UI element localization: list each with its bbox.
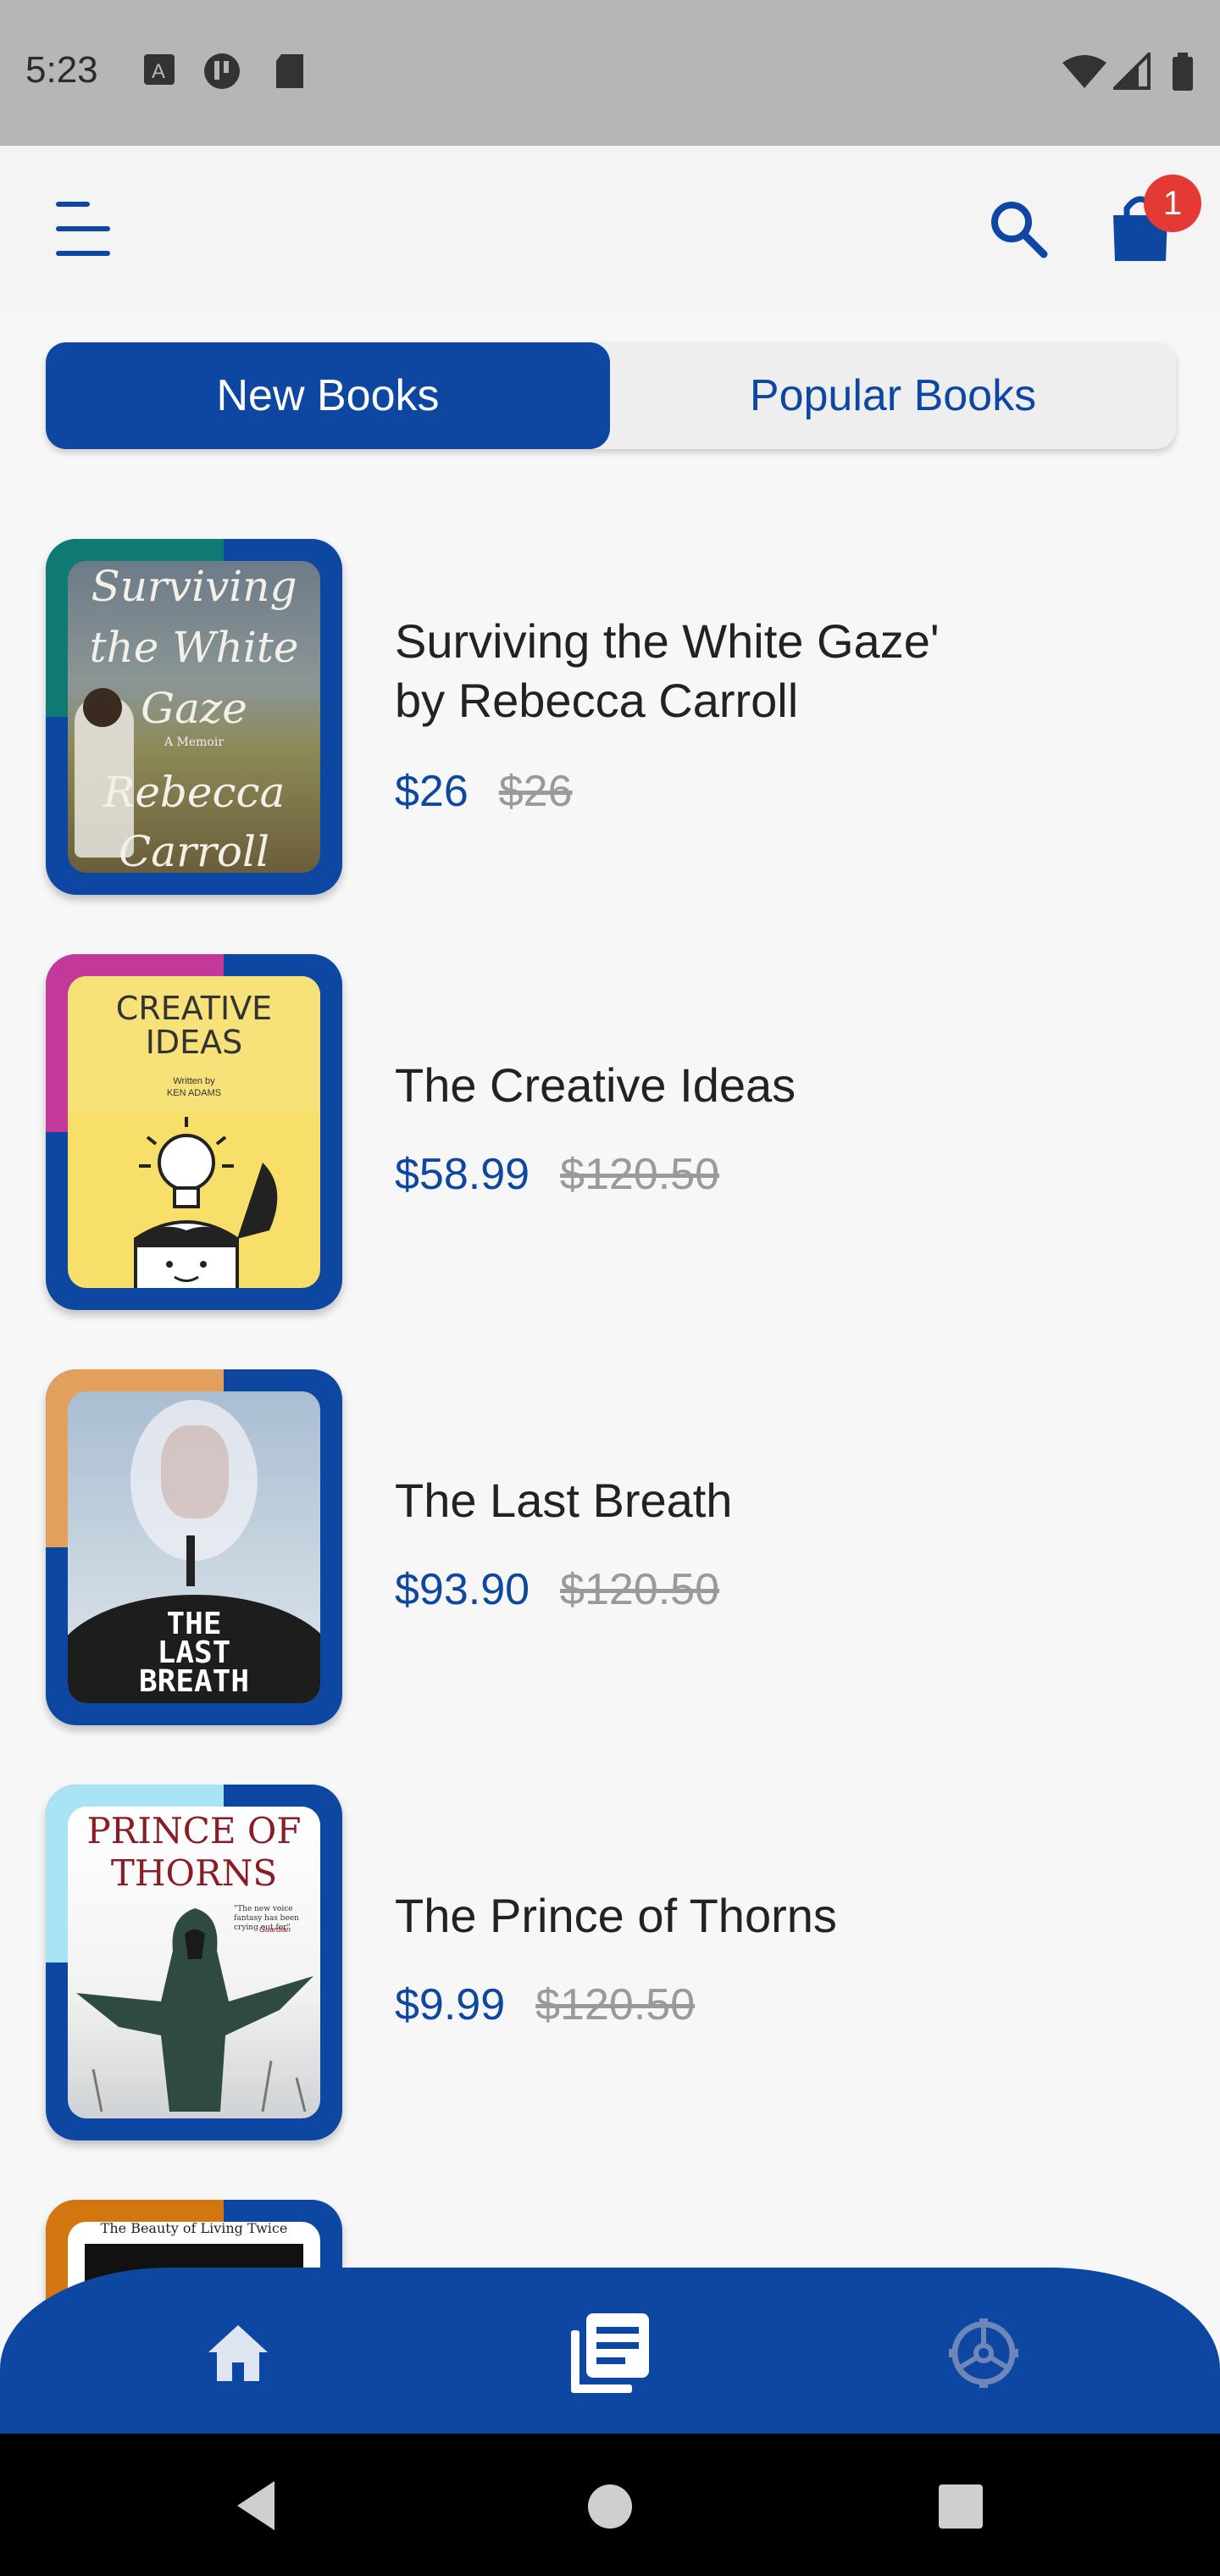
- cover-image: Surviving the White Gaze A Memoir Rebecc…: [68, 561, 320, 873]
- home-button-icon[interactable]: [585, 2481, 635, 2532]
- book-price: $26: [395, 767, 469, 816]
- system-navigation-bar: [0, 2434, 1220, 2576]
- book-cover[interactable]: CREATIVE IDEAS Written by KEN ADAMS: [46, 954, 342, 1310]
- book-tabs: New Books Popular Books: [46, 342, 1176, 449]
- settings-icon[interactable]: [937, 2307, 1030, 2400]
- book-title: Surviving the White Gaze' by Rebecca Car…: [395, 614, 940, 727]
- menu-icon[interactable]: [49, 195, 117, 263]
- sd-card-icon: [276, 54, 303, 88]
- home-icon[interactable]: [191, 2307, 285, 2400]
- cover-image: THE LAST BREATH: [68, 1391, 320, 1703]
- hooded-figure-illustration: [76, 1908, 313, 2112]
- book-old-price: $26: [498, 767, 573, 816]
- book-old-price: $120.50: [560, 1150, 720, 1199]
- recents-icon[interactable]: [935, 2481, 986, 2532]
- library-icon[interactable]: [563, 2307, 656, 2400]
- back-icon[interactable]: [230, 2476, 290, 2535]
- book-list-item[interactable]: CREATIVE IDEAS Written by KEN ADAMS The …: [0, 954, 1220, 1310]
- signal-icon: [1113, 53, 1151, 90]
- wifi-icon: [1062, 55, 1106, 88]
- cover-image: CREATIVE IDEAS Written by KEN ADAMS: [68, 976, 320, 1288]
- book-old-price: $120.50: [535, 1980, 696, 2029]
- lightbulb-illustration: [134, 1117, 278, 1288]
- book-list-item[interactable]: PRINCE OF THORNS "The new voice fantasy …: [0, 1785, 1220, 2140]
- book-list-item[interactable]: Surviving the White Gaze A Memoir Rebecc…: [0, 539, 1220, 895]
- tab-new-books[interactable]: New Books: [46, 342, 610, 449]
- book-cover[interactable]: Surviving the White Gaze A Memoir Rebecc…: [46, 539, 342, 895]
- book-list-item[interactable]: THE LAST BREATH The Last Breath $93.90 $1…: [0, 1369, 1220, 1725]
- status-bar: 5:23 A: [0, 0, 1220, 146]
- book-price: $9.99: [395, 1980, 506, 2029]
- svg-text:A: A: [152, 60, 165, 83]
- book-title: The Creative Ideas: [395, 1058, 796, 1112]
- book-old-price: $120.50: [560, 1565, 720, 1614]
- book-title: The Prince of Thorns: [395, 1889, 837, 1942]
- price-row: $26 $26: [395, 766, 573, 817]
- notification-a-icon: A: [144, 54, 175, 85]
- search-icon[interactable]: [986, 197, 1051, 261]
- tab-popular-books[interactable]: Popular Books: [610, 342, 1176, 449]
- battery-icon: [1173, 53, 1193, 91]
- price-row: $9.99 $120.50: [395, 1979, 695, 2030]
- book-cover[interactable]: THE LAST BREATH: [46, 1369, 342, 1725]
- cover-image: PRINCE OF THORNS "The new voice fantasy …: [68, 1807, 320, 2118]
- book-cover[interactable]: PRINCE OF THORNS "The new voice fantasy …: [46, 1785, 342, 2140]
- cart-count-badge: 1: [1144, 175, 1201, 232]
- book-price: $93.90: [395, 1565, 530, 1614]
- book-title: The Last Breath: [395, 1474, 733, 1527]
- status-time: 5:23: [25, 49, 98, 91]
- media-icon: [204, 53, 240, 89]
- book-price: $58.99: [395, 1150, 530, 1199]
- price-row: $93.90 $120.50: [395, 1564, 719, 1615]
- price-row: $58.99 $120.50: [395, 1149, 719, 1200]
